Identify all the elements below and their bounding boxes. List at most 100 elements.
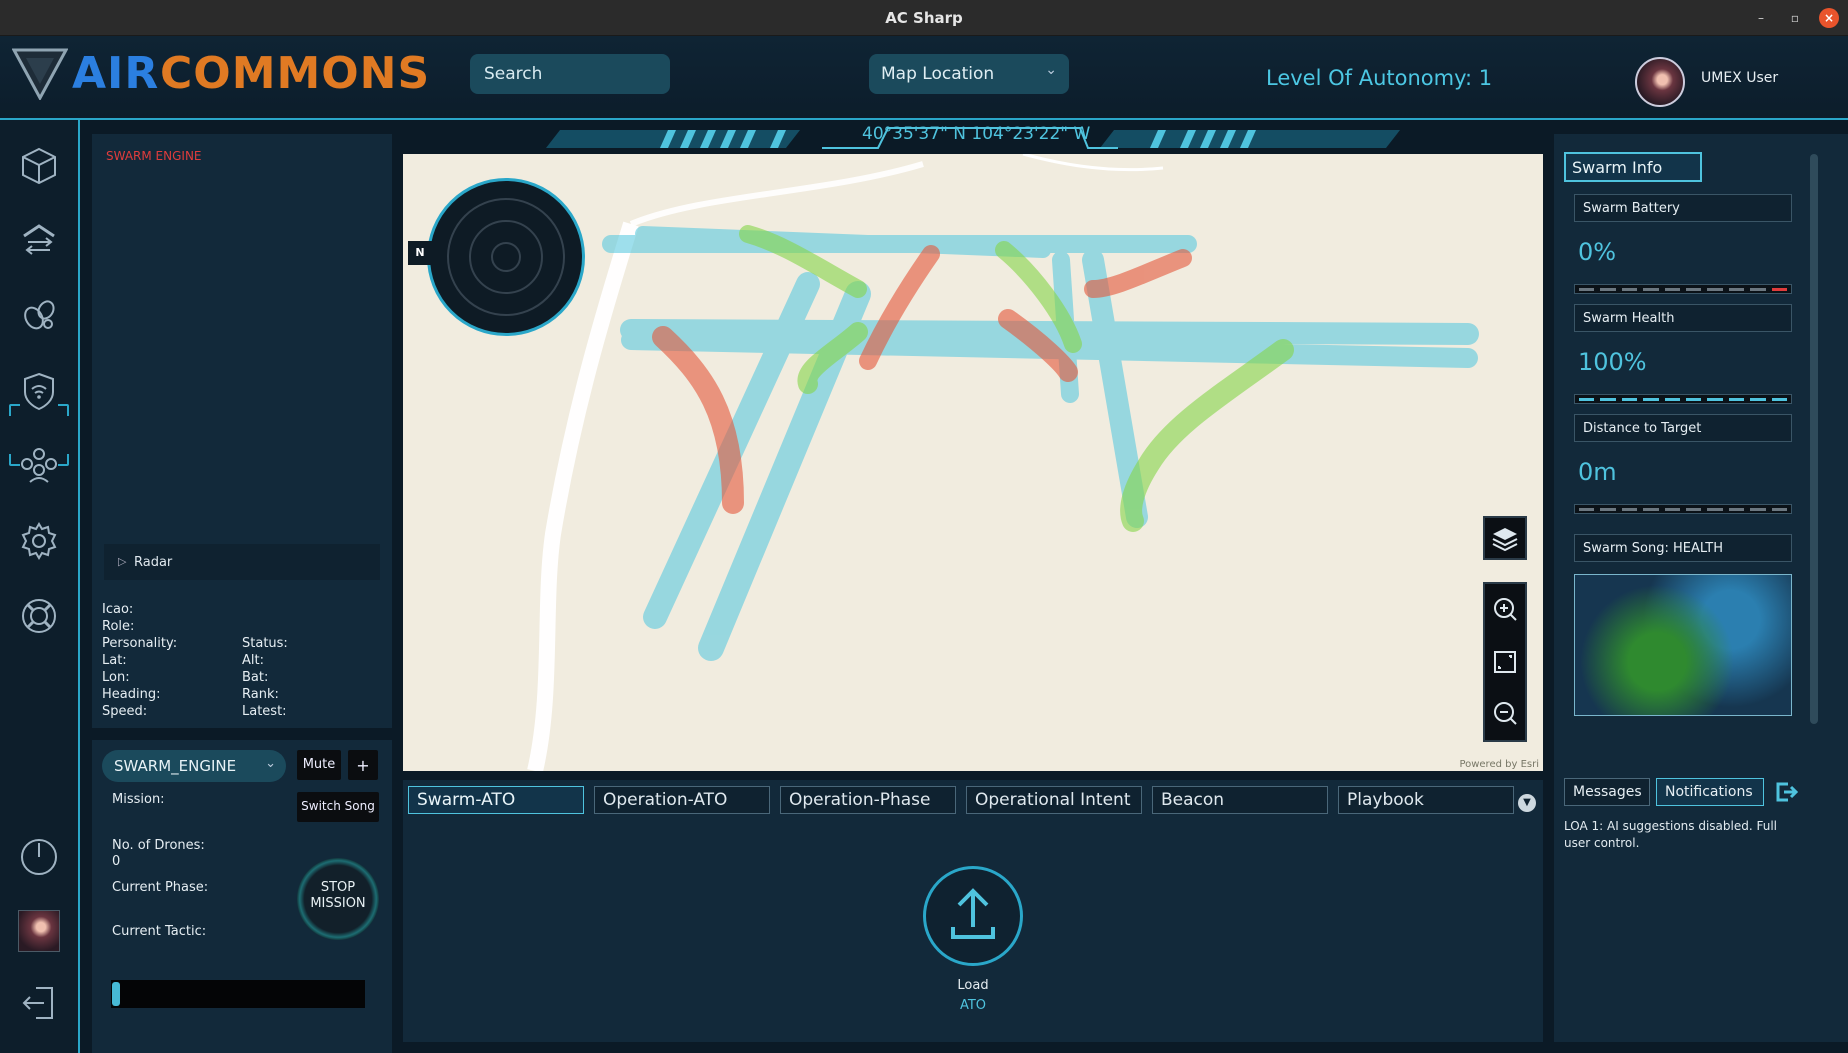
tab-swarm-ato[interactable]: Swarm-ATO — [408, 786, 584, 814]
level-segment — [1621, 288, 1638, 291]
level-segment — [1579, 508, 1595, 511]
engine-select-value: SWARM_ENGINE — [114, 757, 237, 775]
engine-select[interactable]: SWARM_ENGINE ⌄ — [102, 750, 286, 782]
mission-label: Mission: — [112, 792, 165, 807]
zoom-out-icon[interactable] — [1485, 694, 1525, 734]
logo-mark-icon — [12, 48, 68, 100]
power-icon[interactable] — [18, 835, 60, 877]
stop-mission-button[interactable]: STOP MISSION — [297, 858, 379, 940]
compass-north: N — [408, 241, 432, 265]
battery-value: 0% — [1578, 238, 1617, 266]
level-of-autonomy: Level Of Autonomy: 1 — [1266, 66, 1493, 90]
switch-song-button[interactable]: Switch Song — [297, 792, 379, 822]
level-segment — [1600, 398, 1616, 401]
field-lat: Lat: — [102, 653, 127, 668]
expand-arrow-icon: ▷ — [118, 555, 127, 568]
stop-mission-line2: MISSION — [310, 896, 366, 911]
tabs-more-icon[interactable]: ▼ — [1518, 794, 1536, 812]
user-avatar[interactable] — [1635, 57, 1685, 107]
export-icon[interactable] — [1772, 778, 1800, 806]
layers-button[interactable] — [1483, 516, 1527, 560]
swarm-engine-title: SWARM ENGINE — [106, 149, 202, 163]
field-role: Role: — [102, 619, 135, 634]
level-segment — [1750, 398, 1766, 401]
swarm-info-panel: Swarm Info Swarm Battery 0% Swarm Health… — [1554, 134, 1848, 1042]
group-icon[interactable] — [18, 444, 60, 486]
cube-icon[interactable] — [18, 145, 60, 187]
compass-rings-icon — [447, 198, 565, 316]
notifications-tab[interactable]: Notifications — [1656, 778, 1764, 806]
level-segment — [1664, 288, 1680, 291]
drones-label: No. of Drones: — [112, 838, 205, 853]
level-segment — [1750, 288, 1766, 291]
health-label: Swarm Health — [1574, 304, 1792, 332]
layers-icon — [1492, 528, 1518, 552]
level-segment — [1643, 398, 1659, 401]
logo-text-commons: COMMONS — [160, 48, 431, 99]
mission-progress-bar[interactable] — [111, 980, 365, 1008]
radar-label: Radar — [134, 555, 173, 570]
tab-operational-intent[interactable]: Operational Intent — [966, 786, 1142, 814]
logout-icon[interactable] — [18, 982, 60, 1024]
level-segment — [1728, 288, 1745, 291]
minimize-button[interactable]: – — [1751, 8, 1771, 28]
loa-notice: LOA 1: AI suggestions disabled. Full use… — [1564, 819, 1778, 850]
compass-dial[interactable] — [427, 178, 585, 336]
field-heading: Heading: — [102, 687, 161, 702]
messages-tab[interactable]: Messages — [1564, 778, 1650, 806]
level-segment — [1621, 508, 1638, 511]
load-label: Load — [957, 978, 989, 993]
profile-avatar[interactable] — [18, 910, 60, 952]
level-segment — [1750, 508, 1766, 511]
mute-button[interactable]: Mute — [297, 750, 341, 780]
coordinates-readout: 40°35'37" N 104°23'22" W — [862, 124, 1091, 144]
distance-value: 0m — [1578, 458, 1617, 486]
fullscreen-icon[interactable] — [1485, 642, 1525, 682]
close-button[interactable]: × — [1819, 8, 1839, 28]
lifebuoy-icon[interactable] — [18, 595, 60, 637]
search-input[interactable]: Search — [470, 54, 670, 94]
health-bar — [1574, 394, 1792, 404]
battery-bar — [1574, 284, 1792, 294]
logo-text-air: AIR — [72, 48, 160, 99]
field-lon: Lon: — [102, 670, 130, 685]
map-location-label: Map Location — [881, 64, 995, 84]
phase-label: Current Phase: — [112, 880, 209, 895]
health-value: 100% — [1578, 348, 1647, 376]
swarm-bee-icon[interactable] — [18, 294, 60, 336]
swarm-song-visualizer — [1574, 574, 1792, 716]
level-segment — [1686, 508, 1702, 511]
level-segment — [1728, 508, 1745, 511]
add-button[interactable]: + — [348, 750, 378, 780]
level-segment — [1621, 398, 1638, 401]
gear-icon[interactable] — [18, 520, 60, 562]
battery-label: Swarm Battery — [1574, 194, 1792, 222]
username: UMEX User — [1701, 70, 1779, 86]
tab-beacon[interactable]: Beacon — [1152, 786, 1328, 814]
swarm-info-tab[interactable]: Swarm Info — [1564, 152, 1702, 182]
level-segment — [1643, 288, 1659, 291]
tab-operation-ato[interactable]: Operation-ATO — [594, 786, 770, 814]
field-speed: Speed: — [102, 704, 148, 719]
map-attribution: Powered by Esri — [1459, 759, 1539, 770]
field-icao: Icao: — [102, 602, 134, 617]
zoom-in-icon[interactable] — [1485, 590, 1525, 630]
progress-knob[interactable] — [112, 982, 120, 1006]
radar-toggle[interactable]: ▷ Radar — [104, 544, 380, 580]
shield-wifi-icon[interactable] — [18, 370, 60, 412]
level-segment — [1707, 288, 1723, 291]
map-view[interactable]: N Powered by Esri — [403, 154, 1543, 771]
level-segment — [1707, 398, 1723, 401]
load-ato-button[interactable] — [923, 866, 1023, 966]
field-personality: Personality: — [102, 636, 178, 651]
ato-label: ATO — [959, 998, 987, 1013]
tab-playbook[interactable]: Playbook — [1338, 786, 1514, 814]
scrollbar[interactable] — [1810, 154, 1818, 724]
maximize-button[interactable]: ▫ — [1785, 8, 1805, 28]
map-location-select[interactable]: Map Location ⌄ — [869, 54, 1069, 94]
stop-mission-line1: STOP — [320, 880, 356, 895]
field-bat: Bat: — [242, 670, 269, 685]
tab-operation-phase[interactable]: Operation-Phase — [780, 786, 956, 814]
drone-transfer-icon[interactable] — [18, 220, 60, 262]
swarm-control-panel: SWARM_ENGINE ⌄ Mute + Switch Song Missio… — [92, 740, 392, 1053]
